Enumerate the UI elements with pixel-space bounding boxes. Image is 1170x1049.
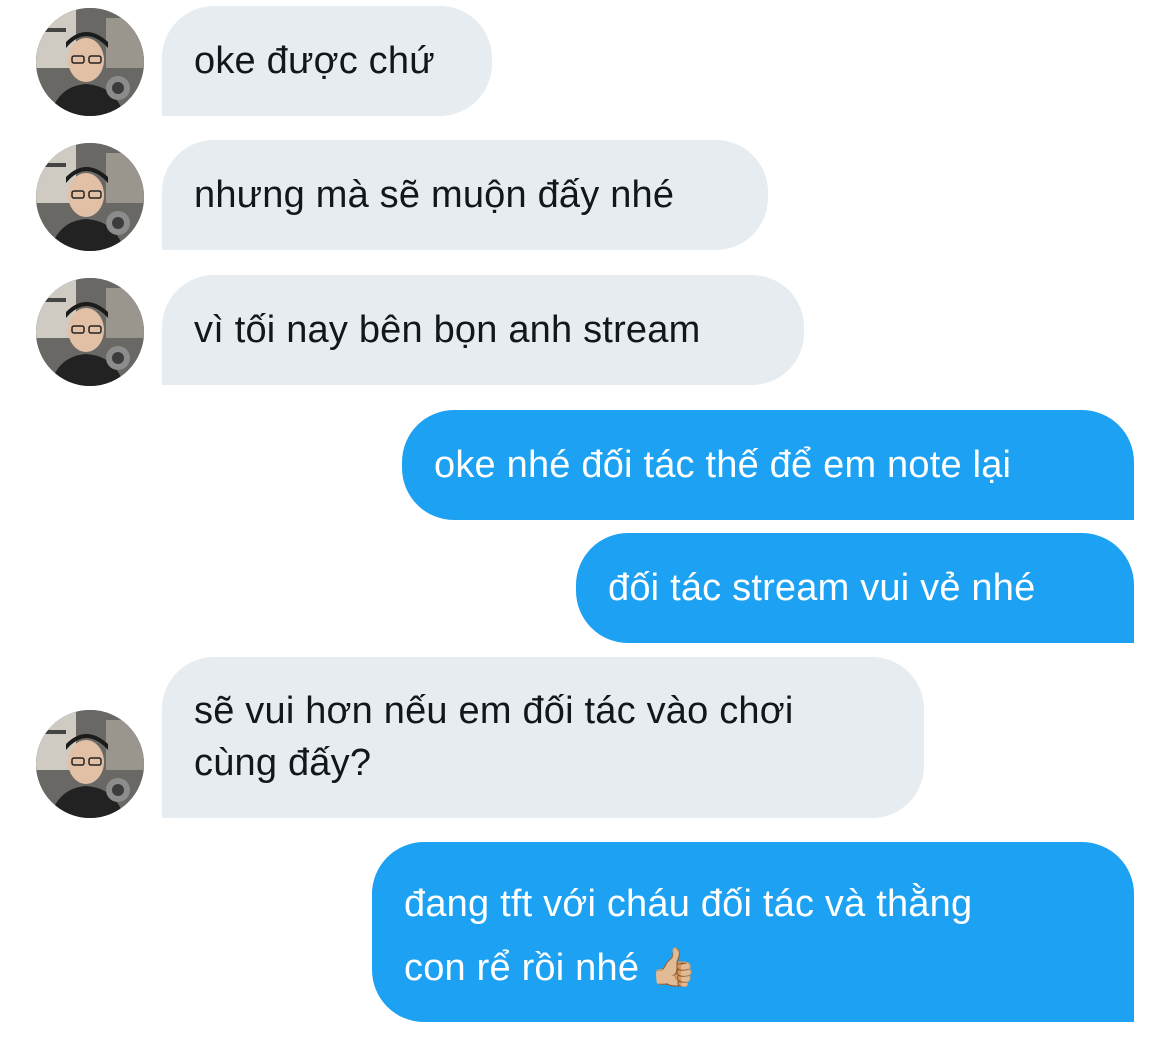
avatar-photo-icon (36, 710, 144, 818)
message-text: oke được chứ (194, 40, 435, 82)
avatar[interactable] (36, 8, 144, 116)
incoming-message-bubble[interactable]: oke được chứ (162, 6, 492, 116)
avatar[interactable] (36, 710, 144, 818)
message-text: oke nhé đối tác thế để em note lại (434, 444, 1012, 486)
avatar-photo-icon (36, 143, 144, 251)
outgoing-message-bubble[interactable]: đang tft với cháu đối tác và thằng con r… (372, 842, 1134, 1022)
avatar[interactable] (36, 143, 144, 251)
message-text: vì tối nay bên bọn anh stream (194, 309, 701, 351)
message-text: nhưng mà sẽ muộn đấy nhé (194, 174, 675, 216)
outgoing-message-bubble[interactable]: oke nhé đối tác thế để em note lại (402, 410, 1134, 520)
incoming-message-bubble[interactable]: vì tối nay bên bọn anh stream (162, 275, 804, 385)
outgoing-message-bubble[interactable]: đối tác stream vui vẻ nhé (576, 533, 1134, 643)
message-text-line: con rể rồi nhé 👍🏼 (404, 947, 698, 989)
message-text-line: sẽ vui hơn nếu em đối tác vào chơi (194, 690, 794, 732)
avatar[interactable] (36, 278, 144, 386)
incoming-message-bubble[interactable]: sẽ vui hơn nếu em đối tác vào chơi cùng … (162, 657, 924, 818)
avatar-photo-icon (36, 8, 144, 116)
message-text-line: đang tft với cháu đối tác và thằng (404, 883, 973, 925)
message-text-line: cùng đấy? (194, 742, 372, 784)
avatar-photo-icon (36, 278, 144, 386)
incoming-message-bubble[interactable]: nhưng mà sẽ muộn đấy nhé (162, 140, 768, 250)
message-text: đối tác stream vui vẻ nhé (608, 567, 1036, 609)
